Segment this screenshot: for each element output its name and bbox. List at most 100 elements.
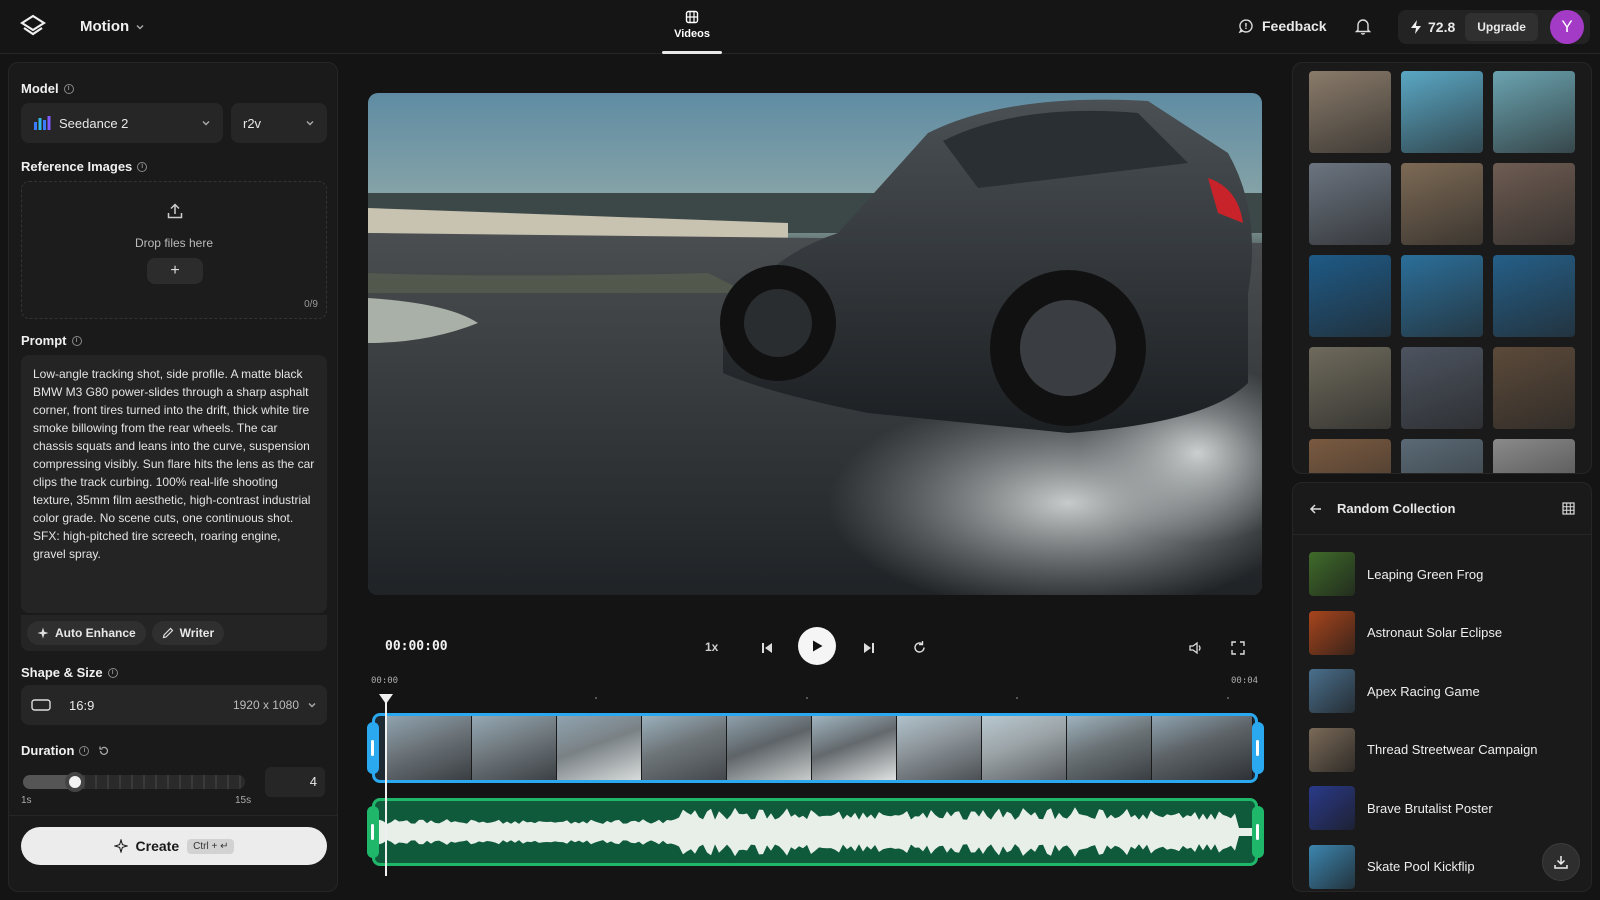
- playhead[interactable]: [385, 694, 387, 876]
- active-tab-indicator: [662, 51, 722, 54]
- collection-item-label: Thread Streetwear Campaign: [1367, 742, 1538, 757]
- tab-videos[interactable]: Videos: [662, 10, 722, 54]
- timeline-end-label: 00:04: [1231, 676, 1259, 686]
- duration-input[interactable]: 4: [265, 767, 325, 797]
- app-logo-icon[interactable]: [20, 14, 46, 40]
- writer-label: Writer: [179, 626, 215, 640]
- duration-slider-handle[interactable]: [65, 772, 85, 792]
- video-frame-thumbnail: [387, 716, 472, 780]
- collection-panel: Random Collection Leaping Green Frog Astr…: [1292, 482, 1592, 892]
- upgrade-button[interactable]: Upgrade: [1465, 13, 1538, 41]
- prompt-textarea[interactable]: Low-angle tracking shot, side profile. A…: [21, 355, 327, 613]
- dropzone-text: Drop files here: [134, 236, 214, 250]
- playhead-handle[interactable]: [379, 694, 393, 704]
- gallery-thumbnail[interactable]: [1493, 439, 1575, 473]
- gallery-thumbnail[interactable]: [1493, 255, 1575, 337]
- add-reference-button[interactable]: +: [147, 258, 203, 284]
- info-icon[interactable]: i: [71, 335, 82, 346]
- film-icon: [685, 10, 699, 24]
- svg-text:!: !: [1244, 22, 1248, 31]
- volume-icon[interactable]: [1188, 641, 1204, 655]
- gallery-thumbnail[interactable]: [1309, 255, 1391, 337]
- timeline-tick: [806, 697, 808, 699]
- grip-mark: [371, 740, 374, 756]
- workspace-selector[interactable]: Motion: [80, 18, 145, 35]
- audio-track[interactable]: [372, 798, 1258, 866]
- collection-item[interactable]: Brave Brutalist Poster: [1309, 785, 1579, 831]
- duration-min-label: 1s: [21, 795, 32, 806]
- gallery-thumbnail[interactable]: [1401, 439, 1483, 473]
- shape-size-dropdown[interactable]: 16:9 1920 x 1080: [21, 685, 327, 725]
- gallery-thumbnail[interactable]: [1493, 71, 1575, 153]
- collection-item-label: Astronaut Solar Eclipse: [1367, 625, 1503, 640]
- collection-item[interactable]: Apex Racing Game: [1309, 668, 1579, 714]
- collection-item[interactable]: Astronaut Solar Eclipse: [1309, 610, 1579, 656]
- download-button[interactable]: [1542, 843, 1580, 881]
- aspect-ratio-value: 16:9: [69, 697, 95, 713]
- video-clip-track[interactable]: [372, 713, 1258, 783]
- collection-item-label: Apex Racing Game: [1367, 683, 1480, 699]
- duration-max-label: 15s: [235, 795, 252, 806]
- collection-item[interactable]: Leaping Green Frog: [1309, 551, 1579, 597]
- collection-item-thumbnail: [1309, 727, 1355, 772]
- gallery-thumbnail[interactable]: [1401, 347, 1483, 429]
- model-dropdown[interactable]: Seedance 2: [21, 103, 223, 143]
- reference-dropzone[interactable]: Drop files here + 0/9: [21, 181, 327, 319]
- feedback-label: Feedback: [1262, 18, 1327, 34]
- gallery-thumbnail[interactable]: [1309, 439, 1391, 473]
- user-avatar[interactable]: Y: [1550, 10, 1584, 44]
- grass-strip: [368, 273, 748, 293]
- gallery-thumbnail[interactable]: [1401, 255, 1483, 337]
- skip-back-icon[interactable]: [760, 641, 774, 655]
- auto-enhance-label: Auto Enhance: [55, 626, 136, 640]
- loop-icon[interactable]: [912, 640, 927, 655]
- gallery-thumbnail[interactable]: [1493, 347, 1575, 429]
- video-frame-thumbnail: [812, 716, 897, 780]
- play-button[interactable]: [798, 627, 836, 665]
- fullscreen-icon[interactable]: [1231, 641, 1245, 655]
- gallery-thumbnail[interactable]: [1309, 163, 1391, 245]
- timecode: 00:00:00: [385, 639, 448, 654]
- collection-item[interactable]: Thread Streetwear Campaign: [1309, 727, 1579, 773]
- feedback-button[interactable]: ! Feedback: [1238, 18, 1327, 34]
- info-icon[interactable]: i: [79, 745, 90, 756]
- gallery-thumbnail[interactable]: [1493, 163, 1575, 245]
- bell-icon[interactable]: [1355, 17, 1371, 35]
- gallery-thumbnail[interactable]: [1309, 71, 1391, 153]
- audio-waveform: [375, 807, 1255, 857]
- timeline-tick: [595, 697, 597, 699]
- sparkle-icon: [113, 839, 128, 853]
- timeline-start-label: 00:00: [371, 676, 399, 686]
- collection-item-label: Brave Brutalist Poster: [1367, 800, 1493, 816]
- info-icon[interactable]: i: [63, 83, 74, 94]
- writer-button[interactable]: Writer: [151, 621, 225, 645]
- video-frame-thumbnail: [1067, 716, 1152, 780]
- mode-dropdown[interactable]: r2v: [231, 103, 327, 143]
- gallery-thumbnail[interactable]: [1401, 71, 1483, 153]
- speed-button[interactable]: 1x: [705, 640, 718, 654]
- reset-icon[interactable]: [98, 745, 110, 757]
- duration-section-label: Duration i: [21, 743, 110, 758]
- collection-item-label: Skate Pool Kickflip: [1367, 859, 1475, 874]
- grid-icon[interactable]: [1562, 502, 1575, 515]
- gallery-thumbnail[interactable]: [1309, 347, 1391, 429]
- prompt-section-label: Prompt i: [21, 333, 82, 348]
- collection-item-thumbnail: [1309, 669, 1355, 713]
- info-icon[interactable]: i: [137, 161, 148, 172]
- lightning-icon: [1411, 20, 1421, 34]
- sparkle-icon: [37, 627, 49, 639]
- video-frame-thumbnail: [1152, 716, 1253, 780]
- collection-item-thumbnail: [1309, 552, 1355, 596]
- auto-enhance-button[interactable]: Auto Enhance: [27, 621, 146, 645]
- skip-forward-icon[interactable]: [862, 641, 876, 655]
- video-frame-thumbnail: [897, 716, 982, 780]
- collection-item-label: Leaping Green Frog: [1367, 566, 1484, 582]
- credits-count: 72.8: [1428, 19, 1456, 35]
- resolution-value: 1920 x 1080: [232, 698, 299, 712]
- gallery-thumbnail[interactable]: [1401, 163, 1483, 245]
- collection-item[interactable]: Skate Pool Kickflip: [1309, 844, 1579, 890]
- video-preview[interactable]: [368, 93, 1262, 595]
- info-icon[interactable]: i: [107, 667, 118, 678]
- create-button[interactable]: Create Ctrl + ↵: [21, 827, 327, 865]
- arrow-left-icon[interactable]: [1309, 502, 1323, 516]
